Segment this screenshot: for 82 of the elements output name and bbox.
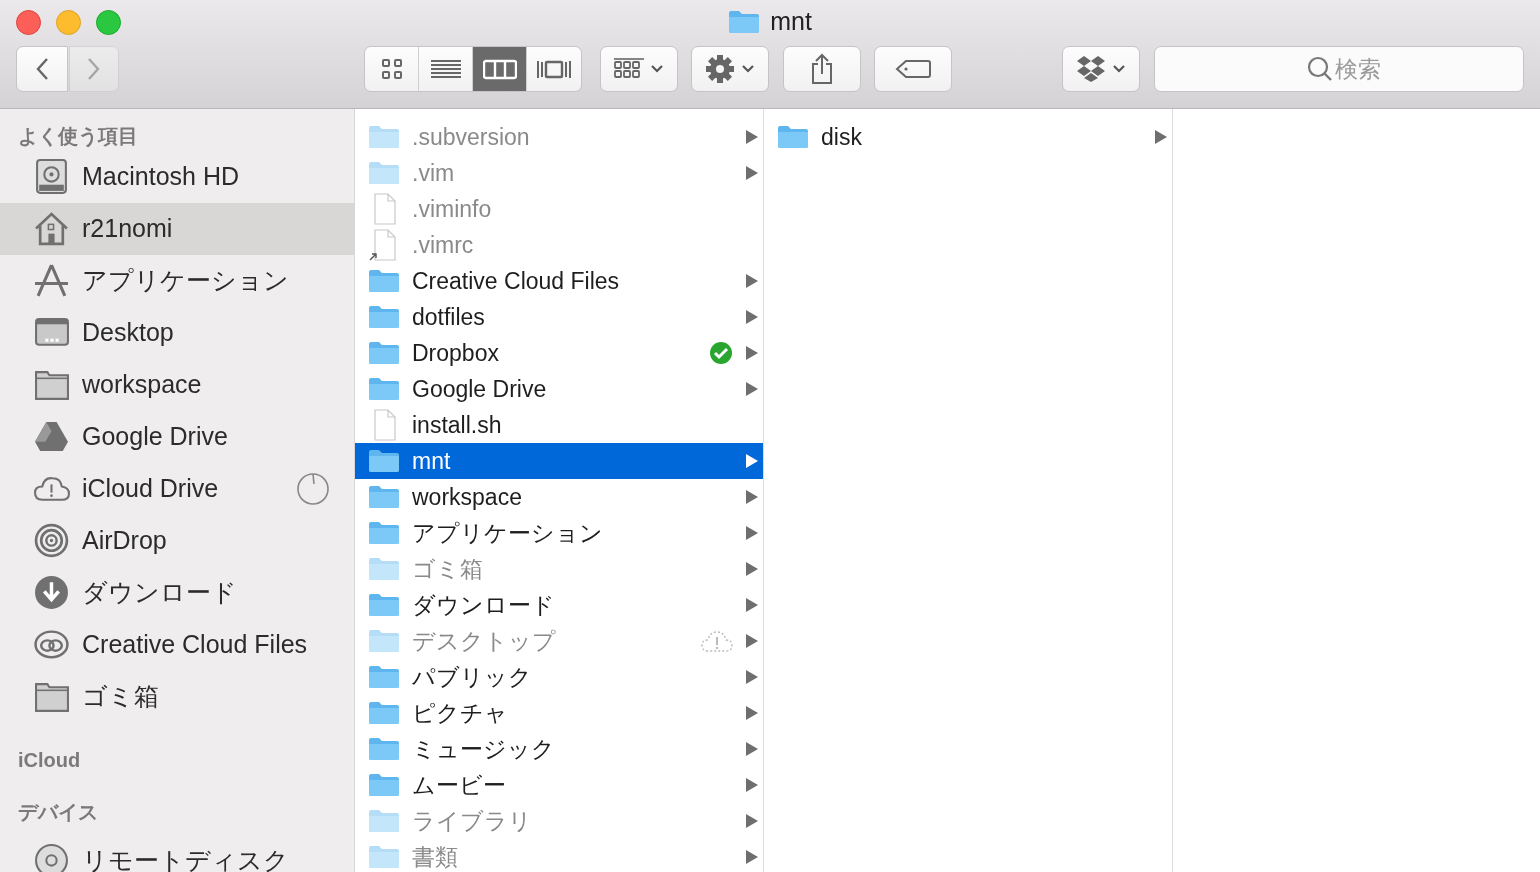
sidebar-item[interactable]: r21nomi — [0, 203, 354, 255]
columns-icon — [482, 58, 517, 80]
dropbox-icon — [1076, 55, 1106, 83]
folder-icon — [368, 700, 400, 726]
folder-icon — [368, 160, 400, 186]
back-icon — [35, 57, 49, 81]
cover-flow-button[interactable] — [527, 47, 581, 91]
folder-icon — [368, 664, 400, 690]
file-row[interactable]: Dropbox — [355, 335, 763, 371]
sidebar-item[interactable]: リモートディスク — [0, 835, 354, 872]
search-field[interactable]: 検索 — [1154, 46, 1524, 92]
icon-view-button[interactable] — [365, 47, 419, 91]
sidebar-item[interactable]: Creative Cloud Files — [0, 619, 354, 671]
folder-icon — [368, 772, 400, 798]
download-icon — [34, 575, 70, 611]
airdrop-icon — [34, 523, 70, 559]
sidebar-item[interactable]: Macintosh HD — [0, 151, 354, 203]
app-store-icon — [34, 263, 70, 299]
file-row[interactable]: workspace — [355, 479, 763, 515]
folder-icon — [368, 556, 400, 582]
close-button[interactable] — [16, 10, 41, 35]
file-row[interactable]: ムービー — [355, 767, 763, 803]
chevron-down-icon — [650, 64, 664, 74]
sidebar-item[interactable]: ゴミ箱 — [0, 671, 354, 723]
folder-icon — [368, 628, 400, 654]
folder-icon — [368, 448, 400, 474]
folder-icon — [368, 592, 400, 618]
folder-icon — [368, 304, 400, 330]
back-button[interactable] — [16, 46, 68, 92]
file-row[interactable]: dotfiles — [355, 299, 763, 335]
sidebar-item[interactable]: iCloud Drive — [0, 463, 354, 515]
folder-icon — [368, 376, 400, 402]
file-row[interactable]: アプリケーション — [355, 515, 763, 551]
action-button[interactable] — [691, 46, 769, 92]
sidebar-item[interactable]: アプリケーション — [0, 255, 354, 307]
folder-icon — [777, 124, 809, 150]
sidebar-heading: デバイス — [17, 800, 99, 825]
folder-icon — [368, 124, 400, 150]
sidebar-item[interactable]: workspace — [0, 359, 354, 411]
sidebar-heading: よく使う項目 — [17, 124, 139, 149]
folder-icon — [368, 736, 400, 762]
file-row[interactable]: install.sh — [355, 407, 763, 443]
window-title: mnt — [770, 6, 812, 38]
gear-icon — [705, 54, 735, 84]
folder-icon — [368, 520, 400, 546]
folder-icon — [368, 844, 400, 870]
file-row[interactable]: ダウンロード — [355, 587, 763, 623]
search-icon — [1307, 56, 1333, 82]
file-row[interactable]: ピクチャ — [355, 695, 763, 731]
file-row[interactable]: mnt — [355, 443, 763, 479]
tag-button[interactable] — [874, 46, 952, 92]
tag-icon — [895, 59, 931, 79]
folder-icon — [728, 9, 761, 35]
sidebar-item[interactable]: ダウンロード — [0, 567, 354, 619]
sidebar-heading: iCloud — [17, 748, 82, 773]
grid-icon — [614, 58, 644, 80]
folder-icon — [368, 808, 400, 834]
share-icon — [811, 53, 833, 85]
file-row[interactable]: パブリック — [355, 659, 763, 695]
sidebar-item[interactable]: AirDrop — [0, 515, 354, 567]
arrange-button[interactable] — [600, 46, 678, 92]
column-view-button[interactable] — [473, 47, 527, 91]
folder-icon — [368, 340, 400, 366]
file-row[interactable]: Google Drive — [355, 371, 763, 407]
chevron-down-icon — [1112, 64, 1126, 74]
dropbox-menu-button[interactable] — [1062, 46, 1140, 92]
file-row[interactable]: disk — [764, 119, 1172, 155]
file-row[interactable]: デスクトップ — [355, 623, 763, 659]
list-view-button[interactable] — [419, 47, 473, 91]
folder-icon — [368, 268, 400, 294]
home-icon — [34, 211, 70, 247]
file-row[interactable]: Creative Cloud Files — [355, 263, 763, 299]
chevron-down-icon — [741, 64, 755, 74]
sidebar-item[interactable]: Google Drive — [0, 411, 354, 463]
file-row[interactable]: ミュージック — [355, 731, 763, 767]
cover-flow-icon — [536, 58, 572, 80]
folder-icon — [368, 484, 400, 510]
grid-icon — [381, 58, 402, 80]
sidebar-item[interactable]: Desktop — [0, 307, 354, 359]
share-button[interactable] — [783, 46, 861, 92]
forward-icon — [87, 57, 101, 81]
list-icon — [430, 58, 461, 80]
